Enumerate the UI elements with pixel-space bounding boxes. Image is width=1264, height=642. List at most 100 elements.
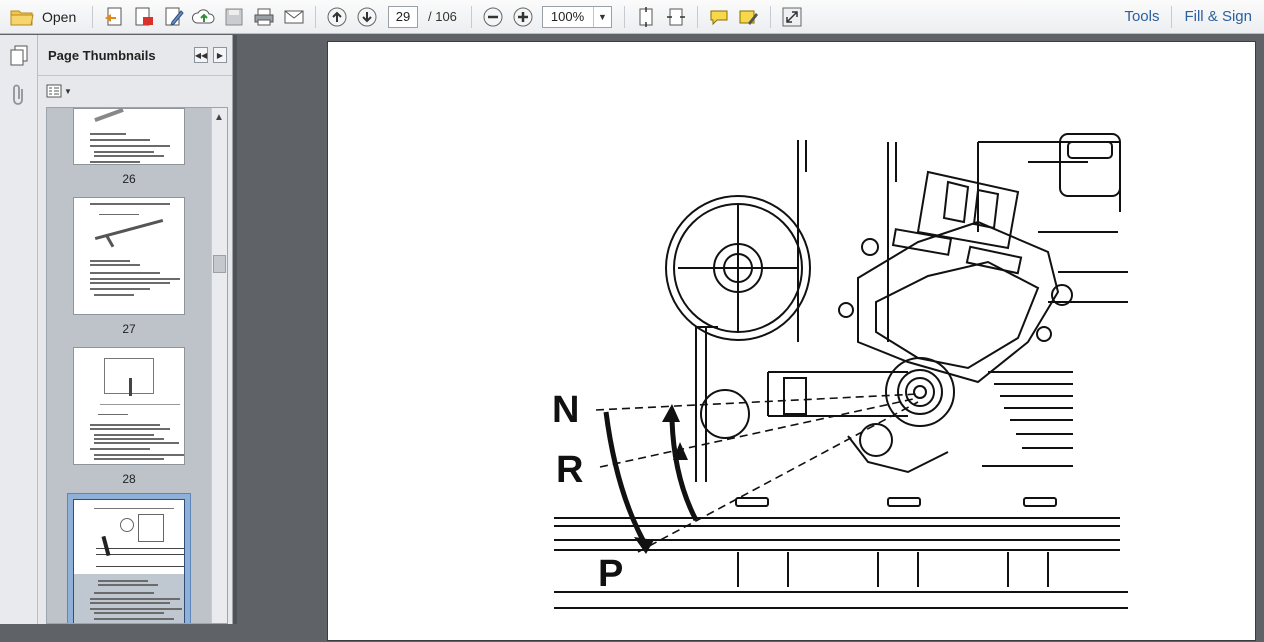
toolbar-separator (696, 5, 698, 28)
thumb-text-line (94, 458, 164, 460)
zoom-in-button[interactable] (508, 4, 538, 30)
save-icon (225, 8, 243, 25)
zoom-out-button[interactable] (478, 4, 508, 30)
zoom-in-icon (513, 7, 533, 26)
toolbar-separator (769, 5, 771, 28)
thumb-text-line (94, 592, 154, 594)
open-button[interactable]: Open (0, 4, 86, 30)
thumb-text-line (129, 378, 132, 396)
edit-pdf-button[interactable] (159, 4, 189, 30)
upload-cloud-button[interactable] (189, 4, 219, 30)
cloud-upload-icon (192, 8, 215, 23)
right-links: Tools Fill & Sign (1112, 0, 1264, 33)
export-pdf-button[interactable] (129, 4, 159, 30)
fit-width-icon (666, 8, 685, 25)
fit-page-icon (639, 6, 653, 27)
page-thumbnails-tab[interactable] (0, 35, 38, 75)
print-button[interactable] (249, 4, 279, 30)
thumbnail-page-number: 27 (122, 322, 136, 336)
thumbnail-list[interactable]: 26 27 28 ▲ (46, 107, 228, 624)
page-number-input[interactable]: 29 (388, 5, 418, 28)
thumb-figure (96, 566, 184, 567)
document-page: N R P (327, 41, 1256, 641)
arrow-up-circle-icon (327, 7, 347, 26)
thumb-text-line (94, 454, 184, 456)
main-toolbar: Open 29 / 106 100% ▼ Tools Fill & Sign (0, 0, 1264, 34)
thumb-text-line (94, 442, 179, 444)
thumb-text-line (100, 404, 180, 405)
fit-width-button[interactable] (661, 4, 691, 30)
thumb-text-line (98, 414, 128, 415)
thumb-text-line (94, 151, 154, 153)
comment-button[interactable] (704, 4, 734, 30)
thumb-figure (96, 548, 184, 549)
thumb-text-line (90, 282, 170, 284)
panel-title: Page Thumbnails (48, 47, 156, 63)
full-screen-button[interactable] (777, 4, 807, 30)
printer-icon (254, 8, 274, 25)
thumb-figure (138, 514, 164, 542)
panel-header: Page Thumbnails ◀◀ ▶ (38, 35, 232, 76)
thumbnail-page-29[interactable] (73, 499, 185, 623)
toolbar-separator (470, 5, 472, 28)
create-pdf-button[interactable] (99, 4, 129, 30)
thumbnail-page-27[interactable] (73, 197, 185, 315)
document-viewport[interactable]: N R P (237, 35, 1264, 641)
create-pdf-icon (105, 7, 122, 25)
thumb-text-line (98, 580, 148, 582)
thumb-text-line (90, 264, 140, 266)
options-menu-button[interactable]: ▼ (46, 84, 72, 98)
thumb-text-line (90, 272, 160, 274)
position-label-r: R (556, 449, 583, 491)
thumb-text-line (90, 428, 170, 430)
fit-page-button[interactable] (631, 4, 661, 30)
toolbar-separator (92, 5, 93, 28)
chevron-down-icon[interactable]: ▼ (592, 6, 611, 27)
collapse-panel-button[interactable]: ◀◀ (194, 47, 208, 63)
thumb-text-line (90, 448, 150, 450)
expand-panel-button[interactable]: ▶ (213, 47, 227, 63)
navigation-rail (0, 35, 38, 624)
thumb-text-line (90, 608, 182, 610)
toolbar-separator (315, 5, 316, 28)
email-button[interactable] (279, 4, 309, 30)
thumb-text-line (94, 618, 174, 620)
thumbnail-scrollbar[interactable]: ▲ (211, 108, 227, 623)
position-label-n: N (552, 389, 579, 431)
fill-sign-link[interactable]: Fill & Sign (1172, 0, 1264, 33)
zoom-select[interactable]: 100% ▼ (541, 5, 612, 28)
attachments-tab[interactable] (0, 75, 38, 115)
thumbnail-page-28[interactable] (73, 347, 185, 465)
position-label-p: P (598, 553, 623, 595)
thumbnail-page-26[interactable] (73, 108, 185, 165)
previous-page-button[interactable] (322, 4, 352, 30)
thumb-text-line (90, 602, 170, 604)
thumb-text-line (90, 424, 160, 426)
list-options-icon (46, 84, 62, 98)
thumbnail-page-number: 28 (122, 472, 136, 486)
highlighter-icon (739, 10, 758, 25)
thumb-text-line (98, 584, 158, 586)
next-page-button[interactable] (352, 4, 382, 30)
thumb-text-line (94, 294, 134, 296)
page-total: / 106 (428, 9, 457, 24)
save-button[interactable] (219, 4, 249, 30)
open-label: Open (42, 8, 77, 25)
thumb-text-line (94, 434, 154, 436)
thumb-figure (120, 518, 134, 532)
thumb-text-line (90, 145, 170, 147)
scrollbar-thumb[interactable] (213, 255, 226, 273)
panel-options: ▼ (38, 76, 232, 106)
tools-link[interactable]: Tools (1112, 0, 1171, 33)
zoom-out-icon (483, 7, 503, 26)
thumbnail-page-number: 26 (122, 172, 136, 186)
envelope-icon (284, 10, 304, 23)
paperclip-icon (13, 84, 23, 105)
toolbar-separator (623, 5, 625, 28)
thumb-text-line (99, 214, 139, 215)
highlight-button[interactable] (734, 4, 764, 30)
thumb-text-line (90, 161, 140, 163)
scroll-up-icon[interactable]: ▲ (214, 112, 224, 123)
thumb-text-line (90, 139, 150, 141)
chevron-down-icon: ▼ (64, 86, 72, 96)
